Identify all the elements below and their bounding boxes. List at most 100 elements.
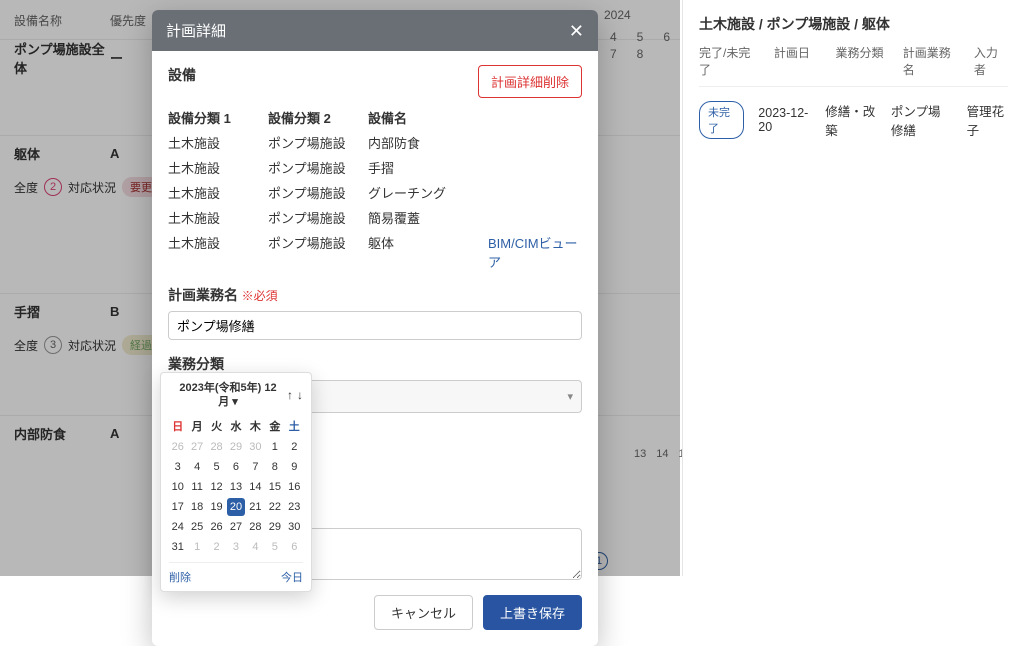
datepicker-day[interactable]: 7 <box>247 458 264 476</box>
cell-date: 2023-12-20 <box>758 106 811 134</box>
cell-task: ポンプ場修繕 <box>891 101 953 139</box>
datepicker-dow: 日 <box>169 416 186 436</box>
datepicker-day[interactable]: 30 <box>247 438 264 456</box>
modal-title: 計画詳細 <box>166 20 226 41</box>
equipment-label: 設備 <box>168 65 196 85</box>
col-done: 完了/未完了 <box>699 44 756 78</box>
datepicker-dow: 月 <box>188 416 205 436</box>
datepicker-dow: 木 <box>247 416 264 436</box>
required-mark: ※必須 <box>242 289 278 303</box>
chevron-down-icon: ▾ <box>567 390 573 403</box>
eq-cell: ポンプ場施設 <box>268 233 368 271</box>
task-name-label: 計画業務名 <box>168 287 238 303</box>
date-picker-popup: 2023年(令和5年) 12 月 ▾ ↑ ↓ 日月火水木金土2627282930… <box>160 372 312 592</box>
col-user: 入力者 <box>974 44 1008 78</box>
datepicker-title-line2: 月 ▾ <box>218 396 238 408</box>
datepicker-day[interactable]: 5 <box>208 458 225 476</box>
datepicker-title-line1: 2023年(令和5年) 12 <box>179 382 276 394</box>
eq-col-3: 設備名 <box>368 108 488 127</box>
datepicker-day[interactable]: 2 <box>208 538 225 556</box>
datepicker-day[interactable]: 10 <box>169 478 186 496</box>
datepicker-day[interactable]: 25 <box>188 518 205 536</box>
datepicker-day[interactable]: 11 <box>188 478 205 496</box>
prev-month-icon[interactable]: ↑ <box>287 388 293 402</box>
cell-category: 修繕・改築 <box>825 101 877 139</box>
datepicker-day[interactable]: 14 <box>247 478 264 496</box>
datepicker-day[interactable]: 20 <box>227 498 244 516</box>
eq-cell: ポンプ場施設 <box>268 158 368 177</box>
equipment-table: 設備分類 1 設備分類 2 設備名 土木施設 ポンプ場施設 内部防食 土木施設 … <box>168 108 582 271</box>
datepicker-day[interactable]: 31 <box>169 538 186 556</box>
datepicker-day[interactable]: 13 <box>227 478 244 496</box>
eq-cell: ポンプ場施設 <box>268 133 368 152</box>
datepicker-day[interactable]: 12 <box>208 478 225 496</box>
datepicker-day[interactable]: 29 <box>227 438 244 456</box>
eq-col-2: 設備分類 2 <box>268 108 368 127</box>
datepicker-day[interactable]: 28 <box>247 518 264 536</box>
datepicker-day[interactable]: 24 <box>169 518 186 536</box>
cancel-button[interactable]: キャンセル <box>374 595 473 630</box>
datepicker-day[interactable]: 28 <box>208 438 225 456</box>
datepicker-day[interactable]: 4 <box>188 458 205 476</box>
datepicker-day[interactable]: 15 <box>266 478 283 496</box>
save-button[interactable]: 上書き保存 <box>483 595 582 630</box>
bim-cim-viewer-link[interactable]: BIM/CIMビューア <box>488 233 582 271</box>
datepicker-day[interactable]: 29 <box>266 518 283 536</box>
datepicker-day[interactable]: 6 <box>286 538 303 556</box>
datepicker-day[interactable]: 6 <box>227 458 244 476</box>
eq-cell: ポンプ場施設 <box>268 208 368 227</box>
eq-cell: 手摺 <box>368 158 488 177</box>
eq-cell: 躯体 <box>368 233 488 271</box>
datepicker-day[interactable]: 30 <box>286 518 303 536</box>
datepicker-clear[interactable]: 削除 <box>169 569 191 585</box>
eq-cell: 簡易覆蓋 <box>368 208 488 227</box>
eq-cell: 土木施設 <box>168 158 268 177</box>
datepicker-day[interactable]: 23 <box>286 498 303 516</box>
datepicker-day[interactable]: 2 <box>286 438 303 456</box>
datepicker-day[interactable]: 3 <box>227 538 244 556</box>
datepicker-day[interactable]: 22 <box>266 498 283 516</box>
next-month-icon[interactable]: ↓ <box>297 388 303 402</box>
datepicker-day[interactable]: 1 <box>188 538 205 556</box>
eq-cell: 土木施設 <box>168 208 268 227</box>
datepicker-day[interactable]: 19 <box>208 498 225 516</box>
cell-user: 管理花子 <box>967 101 1008 139</box>
detail-row[interactable]: 未完了 2023-12-20 修繕・改築 ポンプ場修繕 管理花子 <box>699 87 1008 153</box>
datepicker-today[interactable]: 今日 <box>281 569 303 585</box>
datepicker-day[interactable]: 9 <box>286 458 303 476</box>
datepicker-day[interactable]: 3 <box>169 458 186 476</box>
datepicker-day[interactable]: 27 <box>188 438 205 456</box>
delete-plan-button[interactable]: 計画詳細削除 <box>478 65 582 98</box>
datepicker-day[interactable]: 1 <box>266 438 283 456</box>
datepicker-day[interactable]: 26 <box>208 518 225 536</box>
close-icon[interactable]: ✕ <box>569 22 584 40</box>
datepicker-day[interactable]: 4 <box>247 538 264 556</box>
detail-breadcrumb: 土木施設 / ポンプ場施設 / 躯体 <box>699 14 1008 34</box>
task-name-input[interactable] <box>168 311 582 340</box>
eq-cell: 土木施設 <box>168 233 268 271</box>
datepicker-day[interactable]: 27 <box>227 518 244 536</box>
datepicker-day[interactable]: 16 <box>286 478 303 496</box>
datepicker-title[interactable]: 2023年(令和5年) 12 月 ▾ <box>169 381 287 410</box>
datepicker-dow: 火 <box>208 416 225 436</box>
datepicker-day[interactable]: 21 <box>247 498 264 516</box>
status-chip: 未完了 <box>699 101 744 139</box>
datepicker-day[interactable]: 26 <box>169 438 186 456</box>
col-task: 計画業務名 <box>903 44 956 78</box>
col-category: 業務分類 <box>835 44 884 78</box>
eq-cell: グレーチング <box>368 183 488 202</box>
datepicker-dow: 土 <box>286 416 303 436</box>
datepicker-dow: 金 <box>266 416 283 436</box>
eq-cell: 土木施設 <box>168 133 268 152</box>
eq-col-1: 設備分類 1 <box>168 108 268 127</box>
datepicker-day[interactable]: 18 <box>188 498 205 516</box>
datepicker-day[interactable]: 5 <box>266 538 283 556</box>
col-date: 計画日 <box>774 44 818 78</box>
eq-cell: ポンプ場施設 <box>268 183 368 202</box>
eq-cell: 内部防食 <box>368 133 488 152</box>
detail-side-panel: 土木施設 / ポンプ場施設 / 躯体 完了/未完了 計画日 業務分類 計画業務名… <box>682 0 1024 576</box>
datepicker-dow: 水 <box>227 416 244 436</box>
datepicker-day[interactable]: 8 <box>266 458 283 476</box>
eq-cell: 土木施設 <box>168 183 268 202</box>
datepicker-day[interactable]: 17 <box>169 498 186 516</box>
